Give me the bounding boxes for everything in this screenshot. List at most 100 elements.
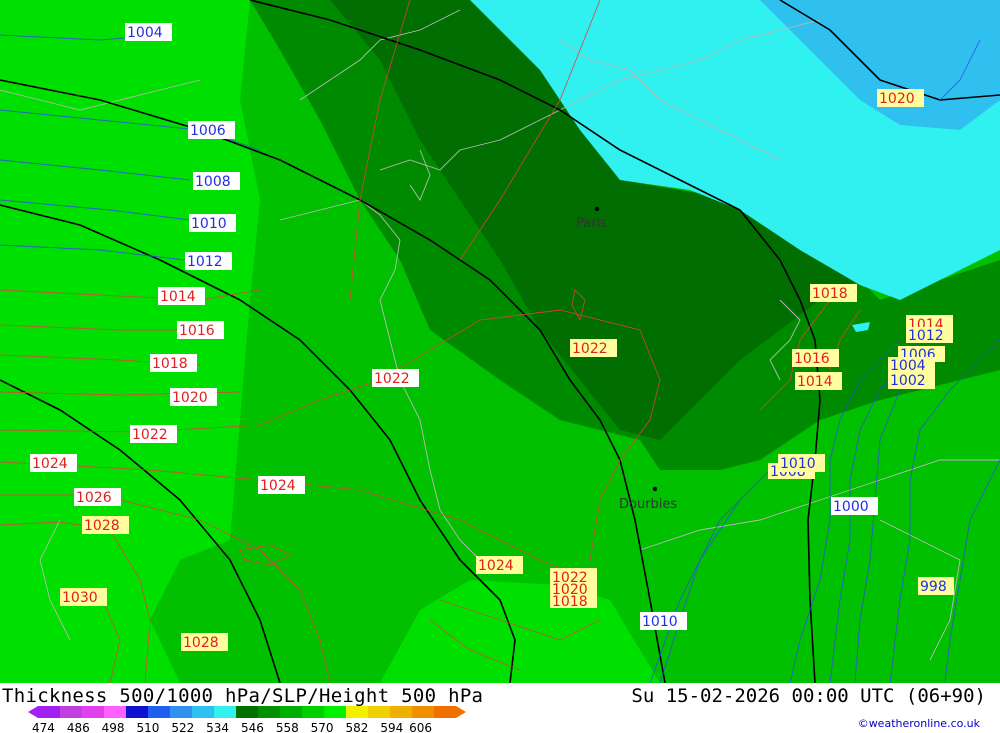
slp-label: 1018	[150, 354, 197, 372]
slp-label-text: 1010	[642, 614, 678, 630]
legend-tick-label: 582	[346, 721, 369, 733]
slp-label-text: 1002	[890, 373, 926, 389]
slp-label: 1012	[906, 327, 953, 344]
legend-swatch	[236, 706, 258, 718]
legend-tick-label: 534	[206, 721, 229, 733]
slp-label: 998	[918, 577, 954, 595]
slp-label-text: 1006	[190, 123, 226, 139]
slp-label: 1018	[550, 594, 597, 610]
legend-tick-label: 498	[102, 721, 125, 733]
legend-tick-label: 558	[276, 721, 299, 733]
slp-label: 1012	[185, 252, 232, 270]
legend-tick-label: 570	[311, 721, 334, 733]
slp-label: 1022	[570, 339, 617, 357]
slp-label: 1024	[476, 556, 523, 574]
slp-label-text: 1026	[76, 490, 112, 506]
slp-label: 1028	[82, 516, 129, 534]
slp-label: 1016	[177, 321, 224, 339]
slp-label-text: 1024	[260, 478, 296, 494]
slp-label-text: 1014	[797, 374, 833, 390]
slp-label: 1002	[888, 371, 935, 389]
slp-label-text: 1018	[152, 356, 188, 372]
slp-label: 1028	[181, 633, 228, 651]
slp-label-text: 1018	[812, 286, 848, 302]
slp-label: 1008	[193, 172, 240, 190]
slp-label: 1020	[877, 89, 924, 107]
slp-label: 1000	[831, 497, 878, 515]
slp-label-text: 1022	[374, 371, 410, 387]
slp-label-text: 1028	[183, 635, 219, 651]
slp-label: 1010	[778, 454, 825, 472]
slp-label-text: 1016	[794, 351, 830, 367]
legend-swatch	[38, 706, 60, 718]
slp-label: 1014	[795, 372, 842, 390]
legend-tick-label: 510	[137, 721, 160, 733]
slp-label-text: 1024	[32, 456, 68, 472]
legend-swatch	[368, 706, 390, 718]
slp-label: 1014	[158, 287, 205, 305]
footer: Thickness 500/1000 hPa/SLP/Height 500 hP…	[0, 683, 1000, 733]
legend-swatch	[390, 706, 412, 718]
slp-label-text: 1010	[780, 456, 816, 472]
slp-label-text: 1014	[160, 289, 196, 305]
legend-tick-label: 486	[67, 721, 90, 733]
slp-label-text: 1020	[172, 390, 208, 406]
legend-swatch	[192, 706, 214, 718]
color-legend: 474 486 498 510 522 534 546 558 570 582 594 606	[28, 706, 466, 733]
legend-swatch	[170, 706, 192, 718]
legend-swatch	[148, 706, 170, 718]
slp-label-text: 1028	[84, 518, 120, 534]
legend-swatch	[280, 706, 302, 718]
legend-swatch	[434, 706, 456, 718]
legend-tick-label: 606	[409, 721, 432, 733]
slp-label: 1016	[792, 349, 839, 367]
legend-tick-label: 522	[171, 721, 194, 733]
credit-link[interactable]: ©weatheronline.co.uk	[858, 717, 980, 730]
map-title: Thickness 500/1000 hPa/SLP/Height 500 hP…	[2, 685, 484, 707]
legend-swatch	[324, 706, 346, 718]
slp-label-text: 1018	[552, 594, 588, 610]
slp-label-text: 1010	[191, 216, 227, 232]
city-label-paris: Paris	[576, 216, 607, 231]
slp-label-text: 1012	[908, 328, 944, 344]
legend-swatch	[302, 706, 324, 718]
legend-swatch	[126, 706, 148, 718]
legend-swatch	[60, 706, 82, 718]
slp-label: 1022	[372, 369, 419, 387]
slp-label-text: 1000	[833, 499, 869, 515]
slp-label-text: 1004	[127, 25, 163, 41]
city-label-dourbies: Dourbies	[619, 497, 677, 512]
legend-arrow-left	[28, 706, 38, 718]
legend-swatch	[346, 706, 368, 718]
slp-label-text: 1024	[478, 558, 514, 574]
legend-tick-label: 546	[241, 721, 264, 733]
slp-label-text: 1030	[62, 590, 98, 606]
legend-swatch	[82, 706, 104, 718]
slp-label-text-red: 1020	[879, 91, 915, 107]
legend-swatch	[412, 706, 434, 718]
slp-label: 1022	[130, 425, 177, 443]
legend-arrow-right	[456, 706, 466, 718]
slp-label: 1010	[189, 214, 236, 232]
legend-swatch	[258, 706, 280, 718]
slp-label: 1024	[30, 454, 77, 472]
slp-label: 1006	[188, 121, 235, 139]
slp-label: 1030	[60, 588, 107, 606]
map-datetime: Su 15-02-2026 00:00 UTC (06+90)	[631, 685, 986, 707]
slp-label: 1004	[125, 23, 172, 41]
slp-label-text: 998	[920, 579, 947, 595]
slp-label: 1024	[258, 476, 305, 494]
slp-label: 1018	[810, 284, 857, 302]
slp-label-text: 1022	[132, 427, 168, 443]
slp-label: 1026	[74, 488, 121, 506]
slp-label-text: 1012	[187, 254, 223, 270]
slp-label: 1010	[640, 612, 687, 630]
legend-swatch	[214, 706, 236, 718]
slp-label: 1020	[170, 388, 217, 406]
weather-map: Paris Dourbies 1014 1016 1018 1020 1022 …	[0, 0, 1000, 683]
slp-label-text: 1022	[572, 341, 608, 357]
legend-tick-label: 594	[380, 721, 403, 733]
slp-label-text: 1008	[195, 174, 231, 190]
slp-label-text: 1016	[179, 323, 215, 339]
legend-tick-label: 474	[32, 721, 55, 733]
